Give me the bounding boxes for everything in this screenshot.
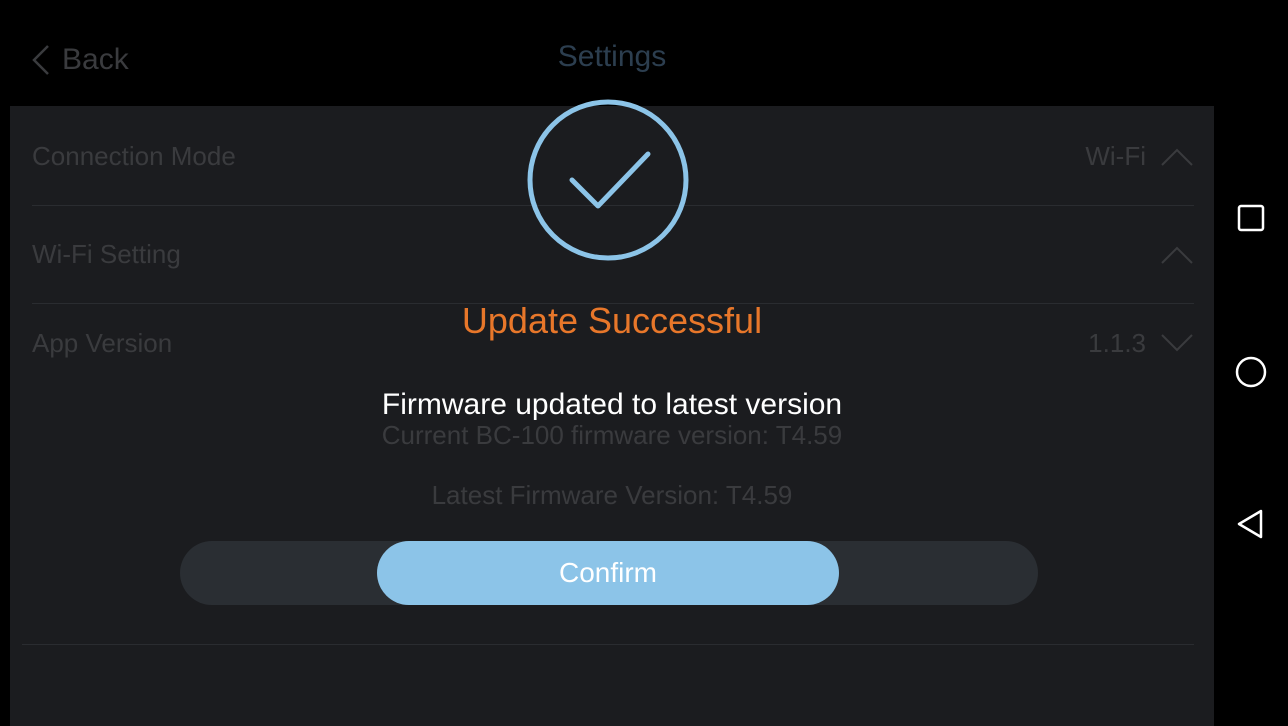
row-label: Connection Mode — [32, 141, 236, 171]
chevron-up-icon — [1161, 246, 1193, 264]
row-value: Wi-Fi — [1085, 141, 1146, 171]
android-nav-bar — [1214, 10, 1288, 726]
recents-square-icon — [1237, 204, 1265, 232]
top-bar: Back Settings — [10, 10, 1214, 106]
home-button[interactable] — [1231, 352, 1271, 392]
dialog-title: Update Successful — [461, 300, 763, 341]
page-title: Settings — [557, 40, 667, 73]
divider — [22, 644, 1194, 645]
dialog-message: Firmware updated to latest version — [381, 388, 843, 421]
row-value-group: Wi-Fi — [1085, 141, 1194, 172]
chevron-up-icon — [1161, 148, 1193, 166]
back-triangle-icon — [1237, 509, 1263, 539]
recents-button[interactable] — [1231, 198, 1271, 238]
settings-app: Back Settings Connection Mode Wi-Fi Wi-F… — [10, 10, 1214, 726]
checkmark-circle-icon — [527, 99, 689, 261]
row-label: Wi-Fi Setting — [32, 239, 181, 269]
confirm-button[interactable]: Confirm — [377, 541, 839, 605]
device-screen: Back Settings Connection Mode Wi-Fi Wi-F… — [10, 10, 1288, 726]
row-value-group — [1146, 245, 1194, 265]
system-back-button[interactable] — [1231, 504, 1271, 544]
current-firmware-version: Current BC-100 firmware version: T4.59 — [381, 420, 843, 450]
latest-firmware-version: Latest Firmware Version: T4.59 — [431, 480, 793, 510]
home-circle-icon — [1235, 356, 1267, 388]
